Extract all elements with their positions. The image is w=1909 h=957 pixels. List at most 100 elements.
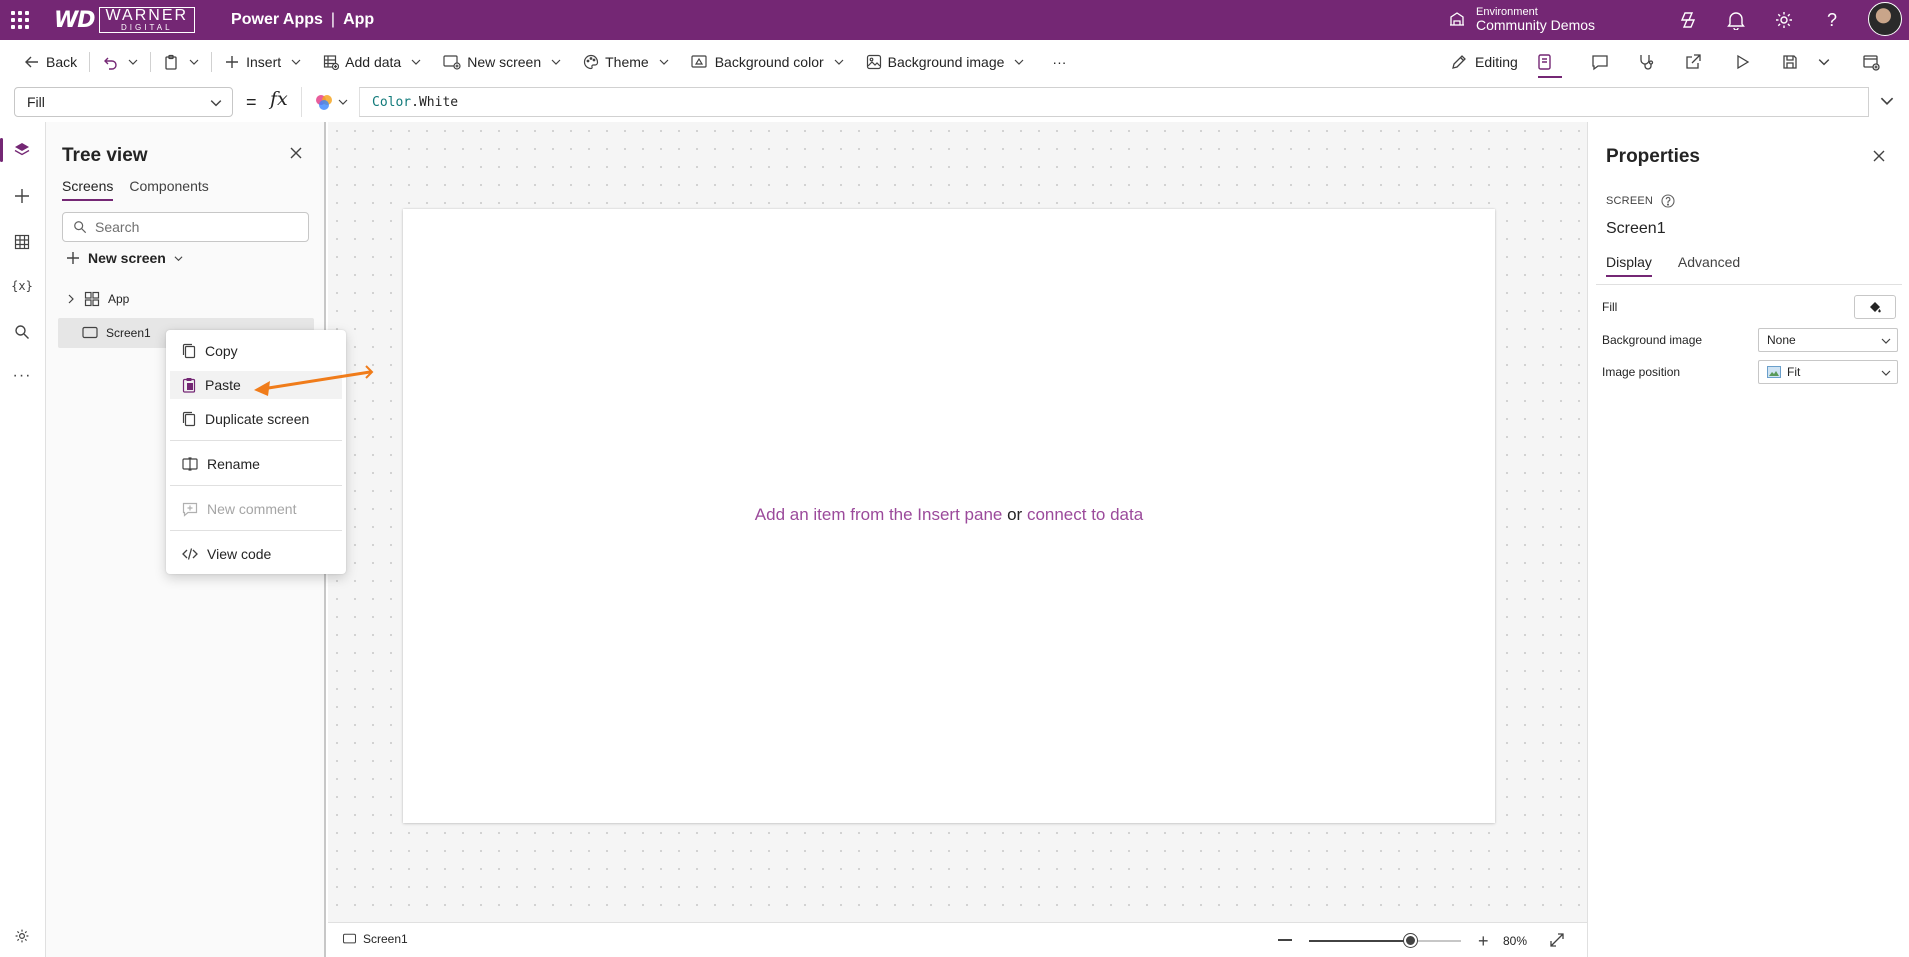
property-dropdown[interactable]: Fill — [14, 87, 233, 117]
background-color-icon — [691, 55, 707, 68]
properties-panel: Properties SCREEN Screen1 Display Advanc… — [1587, 122, 1909, 957]
insert-pane-link[interactable]: Add an item from the Insert pane — [755, 505, 1003, 524]
screen-artboard[interactable]: Add an item from the Insert pane or conn… — [403, 209, 1495, 823]
zoom-slider-thumb[interactable] — [1403, 934, 1417, 947]
status-bar: Screen1 + 80% — [328, 922, 1587, 957]
fill-color-picker[interactable] — [1854, 295, 1896, 319]
tab-screens[interactable]: Screens — [62, 178, 114, 201]
undo-icon — [104, 57, 117, 70]
health-check-button[interactable] — [1637, 40, 1655, 84]
menu-item-copy[interactable]: Copy — [170, 337, 342, 365]
app-name: App — [343, 11, 375, 28]
menu-item-new-comment: New comment — [170, 495, 342, 523]
waffle-icon[interactable] — [0, 0, 40, 40]
gear-icon[interactable] — [1772, 8, 1796, 32]
insert-rail-button[interactable] — [0, 178, 44, 214]
expand-formula-icon[interactable] — [1880, 94, 1894, 108]
close-icon[interactable] — [1872, 149, 1886, 163]
top-bar: WD WARNER DIGITAL Power Apps | App Envir… — [0, 0, 1909, 40]
help-icon[interactable]: ? — [1820, 8, 1844, 32]
search-input[interactable]: Search — [62, 212, 309, 242]
active-tool-indicator — [1538, 76, 1562, 78]
image-fit-icon — [1767, 366, 1781, 378]
undo-button[interactable] — [98, 46, 142, 78]
tree-view-rail-button[interactable] — [0, 132, 44, 168]
close-icon[interactable] — [289, 146, 303, 160]
palette-icon — [584, 54, 599, 70]
zoom-level: 80% — [1503, 934, 1528, 948]
save-options-button[interactable] — [1818, 40, 1830, 84]
gear-icon — [15, 929, 29, 943]
copy-icon — [182, 343, 196, 359]
table-icon — [14, 234, 30, 250]
image-icon — [866, 54, 881, 70]
canvas-area[interactable]: Add an item from the Insert pane or conn… — [328, 122, 1587, 922]
theme-button[interactable]: Theme — [579, 46, 673, 78]
search-rail-button[interactable] — [0, 314, 44, 350]
save-icon — [1783, 55, 1797, 69]
chevron-down-icon — [1881, 370, 1891, 376]
tab-display[interactable]: Display — [1606, 254, 1652, 277]
more-commands-button[interactable]: ··· — [1048, 46, 1070, 78]
left-rail: {x} ··· — [0, 122, 46, 957]
fx-icon[interactable]: fx — [270, 88, 288, 110]
data-rail-button[interactable] — [0, 224, 44, 260]
environment-icon — [1448, 10, 1466, 31]
menu-item-view-code[interactable]: View code — [170, 540, 342, 568]
help-circle-icon[interactable] — [1661, 194, 1675, 208]
save-button[interactable] — [1782, 40, 1798, 84]
search-icon — [74, 221, 87, 234]
menu-item-rename[interactable]: Rename — [170, 450, 342, 478]
editing-status[interactable]: Editing — [1447, 40, 1522, 84]
settings-rail-button[interactable] — [0, 918, 44, 954]
copilot-icon — [315, 95, 332, 110]
current-screen-breadcrumb[interactable]: Screen1 — [342, 932, 408, 946]
zoom-out-button[interactable] — [1278, 939, 1292, 941]
plus-icon — [226, 56, 239, 68]
environment-picker[interactable]: Environment Community Demos — [1448, 0, 1595, 40]
layers-icon — [14, 143, 30, 156]
environment-name: Community Demos — [1476, 17, 1596, 34]
share-button[interactable] — [1684, 40, 1702, 84]
chevron-down-icon — [834, 59, 844, 65]
tab-components[interactable]: Components — [129, 178, 208, 201]
connect-to-data-link[interactable]: connect to data — [1027, 505, 1143, 524]
fit-to-window-icon[interactable] — [1549, 932, 1565, 948]
new-screen-button[interactable]: New screen — [439, 46, 565, 78]
new-screen-tree-button[interactable]: New screen — [66, 250, 183, 266]
play-icon — [1737, 54, 1750, 70]
background-image-dropdown[interactable]: None — [1758, 328, 1898, 352]
chevron-down-icon — [659, 59, 669, 65]
zoom-slider[interactable] — [1309, 940, 1461, 942]
paste-toolbar-button[interactable] — [159, 46, 203, 78]
copilot-icon[interactable] — [1676, 8, 1700, 32]
background-image-button[interactable]: Background image — [862, 46, 1029, 78]
image-position-dropdown[interactable]: Fit — [1758, 360, 1898, 384]
tab-advanced[interactable]: Advanced — [1678, 254, 1740, 277]
bell-icon[interactable] — [1724, 8, 1748, 32]
background-image-label: Background image — [1602, 333, 1703, 347]
back-button[interactable]: Back — [20, 46, 81, 78]
paint-bucket-icon — [1870, 302, 1881, 313]
menu-item-paste[interactable]: Paste — [170, 371, 342, 399]
stethoscope-icon — [1640, 55, 1654, 70]
publish-button[interactable] — [1862, 40, 1880, 84]
add-data-icon — [324, 55, 340, 70]
equals-sign: = — [246, 92, 257, 112]
preview-button[interactable] — [1734, 40, 1750, 84]
comments-button[interactable] — [1591, 40, 1609, 84]
background-color-button[interactable]: Background color — [687, 46, 848, 78]
avatar[interactable] — [1868, 2, 1902, 36]
copilot-formula-button[interactable] — [301, 87, 359, 117]
context-menu: Copy Paste Duplicate screen Rename New c… — [166, 330, 346, 574]
variables-rail-button[interactable]: {x} — [0, 268, 44, 304]
insert-button[interactable]: Insert — [220, 46, 305, 78]
more-rail-button[interactable]: ··· — [0, 358, 44, 394]
formula-input[interactable]: Color .White — [359, 87, 1869, 117]
plus-icon — [15, 189, 29, 203]
tree-node-app[interactable]: App — [58, 284, 314, 314]
add-data-button[interactable]: Add data — [319, 46, 425, 78]
menu-item-duplicate-screen[interactable]: Duplicate screen — [170, 405, 342, 433]
zoom-in-button[interactable]: + — [1478, 932, 1489, 950]
formula-bar: Fill = fx Color .White — [0, 84, 1909, 122]
